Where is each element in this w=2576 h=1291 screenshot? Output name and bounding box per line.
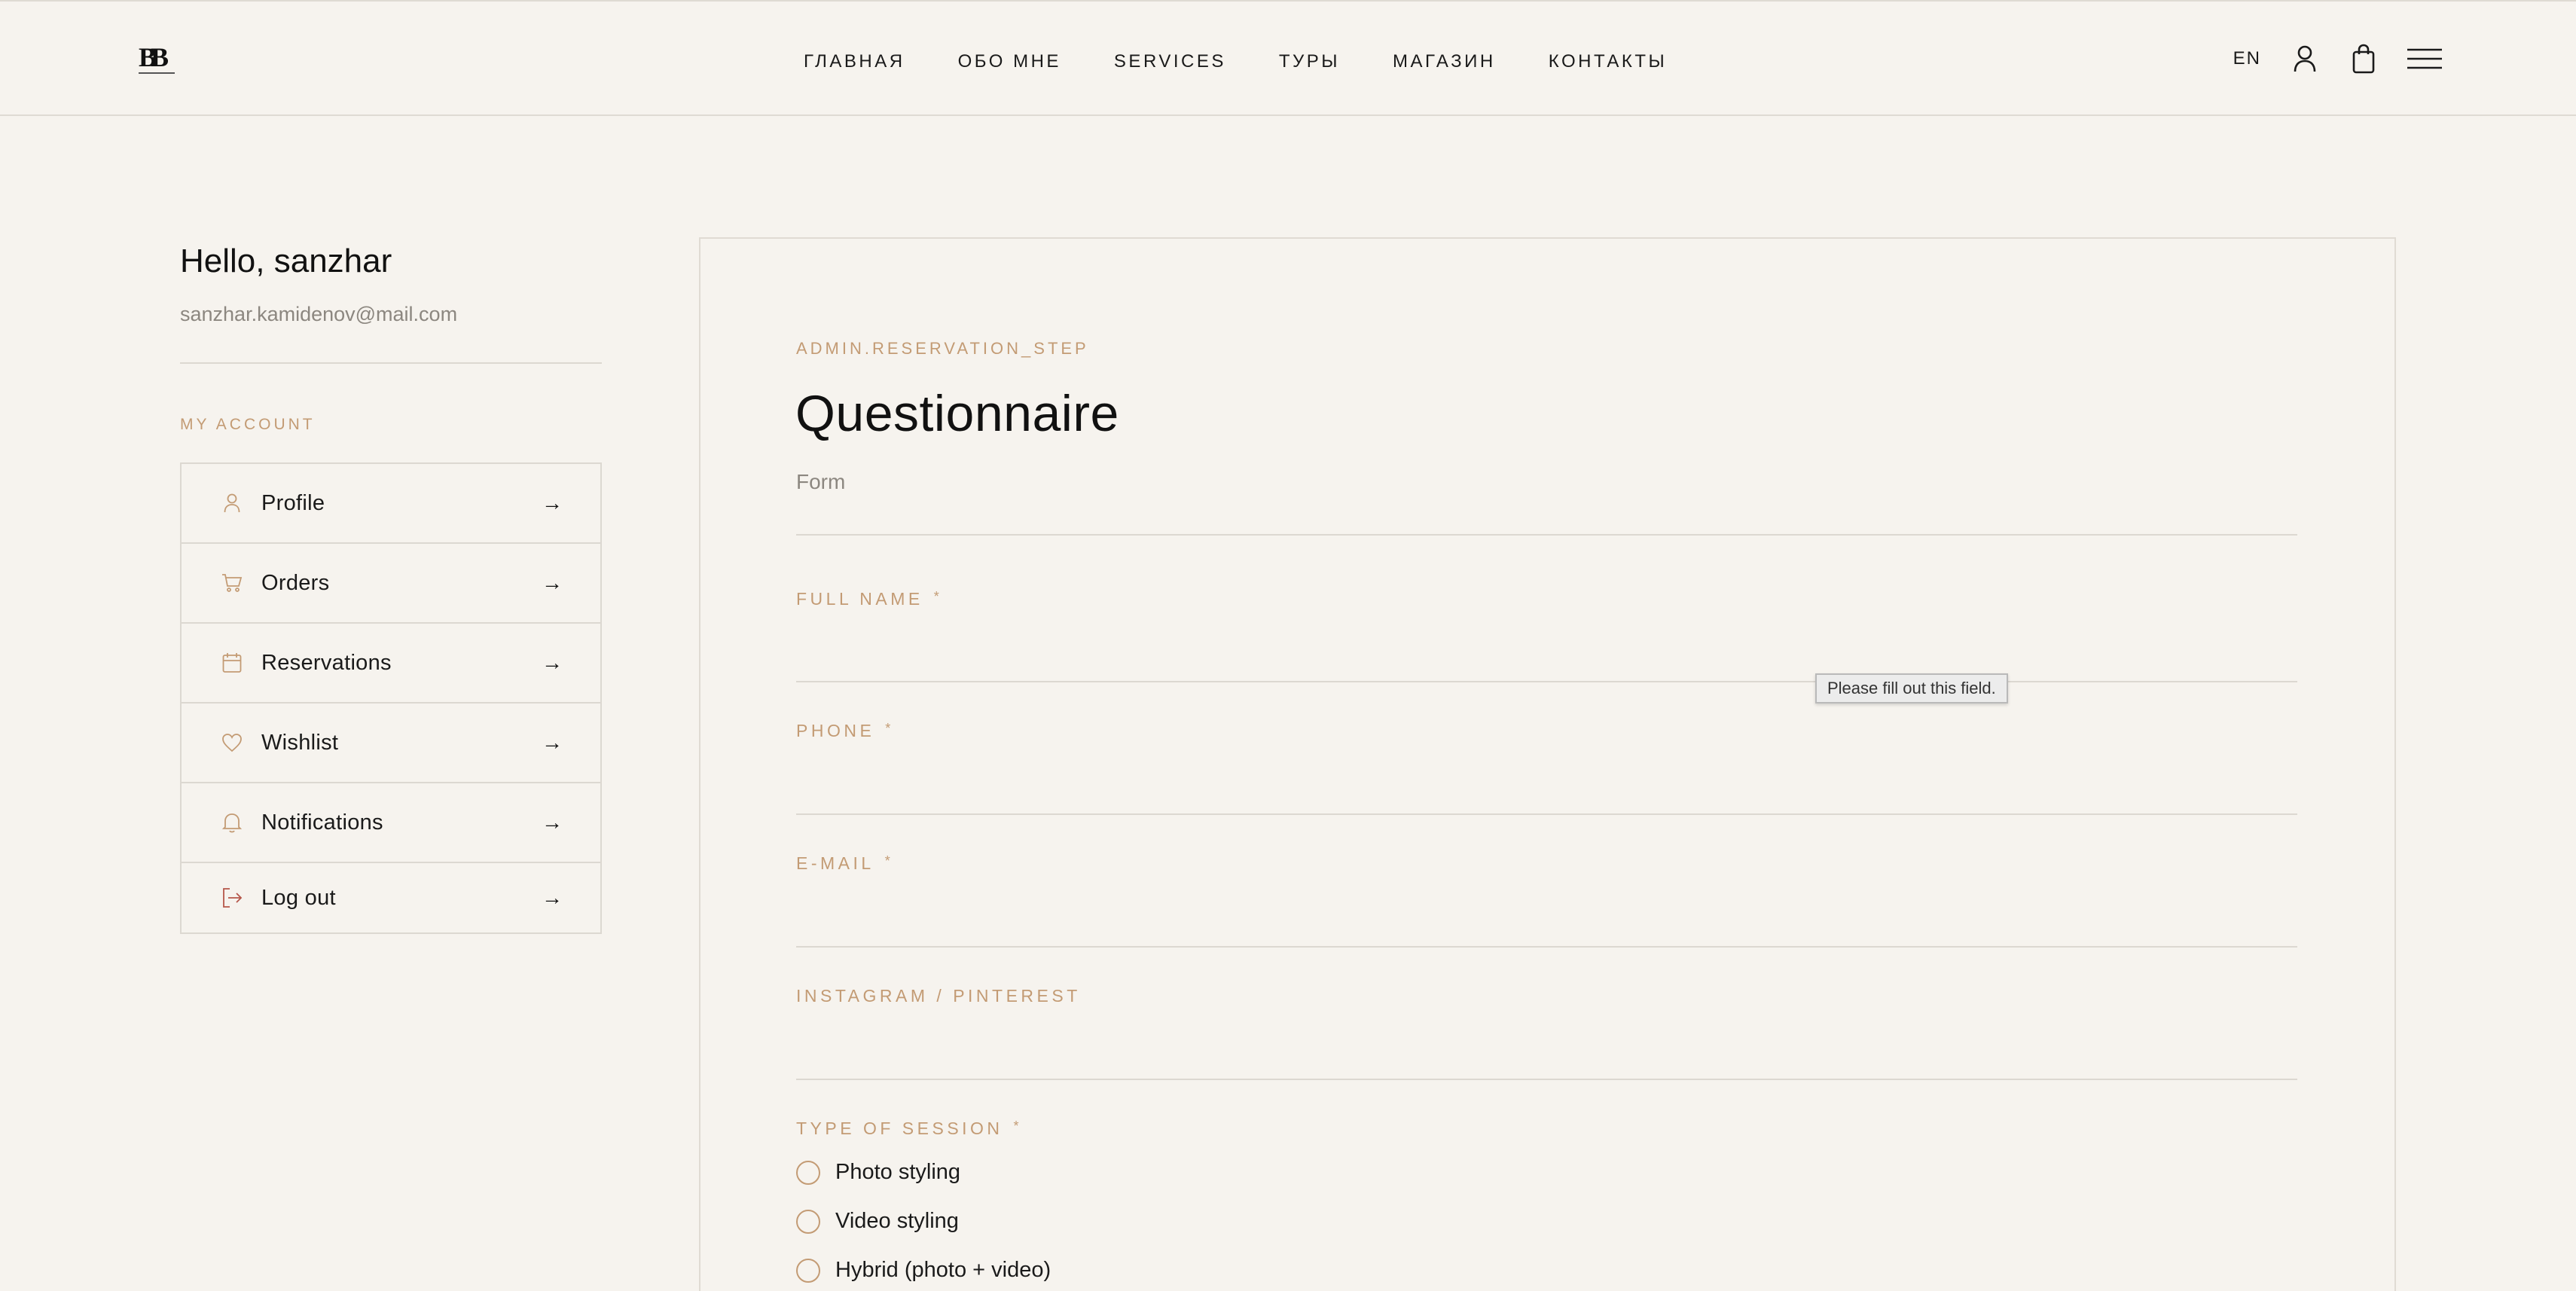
sidebar-divider bbox=[180, 362, 602, 364]
radio-option-hybrid[interactable]: Hybrid (photo + video) bbox=[796, 1258, 1051, 1283]
form-eyebrow: ADMIN.RESERVATION_STEP bbox=[796, 339, 1089, 358]
sidebar-item-orders[interactable]: Orders → bbox=[182, 544, 600, 624]
user-icon bbox=[221, 492, 243, 514]
shopping-bag-icon[interactable] bbox=[2349, 42, 2379, 75]
sidebar-item-label: Notifications bbox=[261, 810, 383, 835]
email-label: E-MAIL * bbox=[796, 853, 893, 874]
sidebar-item-label: Profile bbox=[261, 490, 325, 515]
arrow-right-icon: → bbox=[542, 810, 563, 834]
radio-option-photo-styling[interactable]: Photo styling bbox=[796, 1160, 960, 1185]
radio-label: Photo styling bbox=[835, 1160, 961, 1184]
sidebar-item-notifications[interactable]: Notifications → bbox=[182, 783, 600, 863]
radio-option-video-styling[interactable]: Video styling bbox=[796, 1209, 959, 1234]
user-icon[interactable] bbox=[2290, 42, 2320, 75]
arrow-right-icon: → bbox=[542, 886, 563, 909]
field-label-text: E-MAIL bbox=[796, 853, 874, 873]
instagram-pinterest-input[interactable] bbox=[796, 1027, 2297, 1073]
phone-input[interactable] bbox=[796, 762, 2297, 807]
field-label-text: FULL NAME bbox=[796, 589, 923, 609]
page-title: Questionnaire bbox=[795, 385, 1119, 442]
cart-icon bbox=[221, 572, 243, 594]
sidebar-item-label: Orders bbox=[261, 570, 330, 595]
arrow-right-icon: → bbox=[542, 731, 563, 754]
required-mark: * bbox=[1013, 1119, 1023, 1134]
account-menu: Profile → Orders → Reservations → Wishli… bbox=[180, 462, 602, 934]
phone-label: PHONE * bbox=[796, 721, 894, 741]
radio-label: Video styling bbox=[835, 1209, 959, 1233]
logout-icon bbox=[221, 887, 243, 909]
form-header-divider bbox=[796, 534, 2297, 536]
full-name-underline bbox=[796, 681, 2297, 682]
arrow-right-icon: → bbox=[542, 491, 563, 514]
session-type-label: TYPE OF SESSION * bbox=[796, 1119, 1022, 1139]
nav-link-shop[interactable]: МАГАЗИН bbox=[1393, 51, 1496, 72]
greeting: Hello, sanzhar bbox=[180, 243, 392, 279]
required-mark: * bbox=[885, 721, 894, 736]
sidebar-item-label: Wishlist bbox=[261, 730, 339, 755]
hamburger-menu-icon[interactable] bbox=[2407, 42, 2442, 75]
email-underline bbox=[796, 946, 2297, 948]
full-name-label: FULL NAME * bbox=[796, 589, 942, 609]
required-mark: * bbox=[884, 853, 894, 868]
section-label-my-account: MY ACCOUNT bbox=[180, 416, 316, 433]
sidebar-item-profile[interactable]: Profile → bbox=[182, 464, 600, 544]
brand-logo[interactable]: BB bbox=[139, 44, 178, 74]
nav-link-contacts[interactable]: КОНТАКТЫ bbox=[1549, 51, 1667, 72]
radio-label: Hybrid (photo + video) bbox=[835, 1258, 1051, 1282]
language-switcher[interactable]: EN bbox=[2233, 48, 2261, 69]
radio-button[interactable] bbox=[796, 1209, 820, 1234]
heart-icon bbox=[221, 731, 243, 754]
user-email: sanzhar.kamidenov@mail.com bbox=[180, 303, 458, 325]
arrow-right-icon: → bbox=[542, 651, 563, 674]
instagram-pinterest-label: INSTAGRAM / PINTEREST bbox=[796, 986, 1081, 1006]
bell-icon bbox=[221, 811, 243, 834]
sidebar-item-logout[interactable]: Log out → bbox=[182, 863, 600, 932]
field-label-text: PHONE bbox=[796, 721, 875, 740]
field-label-text: INSTAGRAM / PINTEREST bbox=[796, 986, 1081, 1006]
form-subtitle: Form bbox=[796, 470, 846, 493]
sidebar-item-wishlist[interactable]: Wishlist → bbox=[182, 703, 600, 783]
email-input[interactable] bbox=[796, 895, 2297, 940]
header-actions: EN bbox=[2233, 42, 2442, 75]
calendar-icon bbox=[221, 652, 243, 674]
full-name-input[interactable] bbox=[796, 630, 2297, 675]
main-nav: ГЛАВНАЯ ОБО МНЕ SERVICES ТУРЫ МАГАЗИН КО… bbox=[804, 51, 1720, 72]
instagram-pinterest-underline bbox=[796, 1079, 2297, 1080]
validation-tooltip: Please fill out this field. bbox=[1815, 673, 2008, 703]
sidebar-item-label: Reservations bbox=[261, 650, 392, 675]
nav-link-about[interactable]: ОБО МНЕ bbox=[958, 51, 1061, 72]
radio-button[interactable] bbox=[796, 1258, 820, 1283]
sidebar-item-reservations[interactable]: Reservations → bbox=[182, 624, 600, 703]
nav-link-services[interactable]: SERVICES bbox=[1114, 51, 1226, 72]
field-label-text: TYPE OF SESSION bbox=[796, 1119, 1003, 1138]
arrow-right-icon: → bbox=[542, 571, 563, 594]
radio-button[interactable] bbox=[796, 1160, 820, 1185]
required-mark: * bbox=[933, 589, 943, 604]
site-header: BB ГЛАВНАЯ ОБО МНЕ SERVICES ТУРЫ МАГАЗИН… bbox=[0, 0, 2576, 116]
phone-underline bbox=[796, 813, 2297, 815]
nav-link-tours[interactable]: ТУРЫ bbox=[1279, 51, 1340, 72]
nav-link-home[interactable]: ГЛАВНАЯ bbox=[804, 51, 905, 72]
sidebar-item-label: Log out bbox=[261, 885, 336, 910]
